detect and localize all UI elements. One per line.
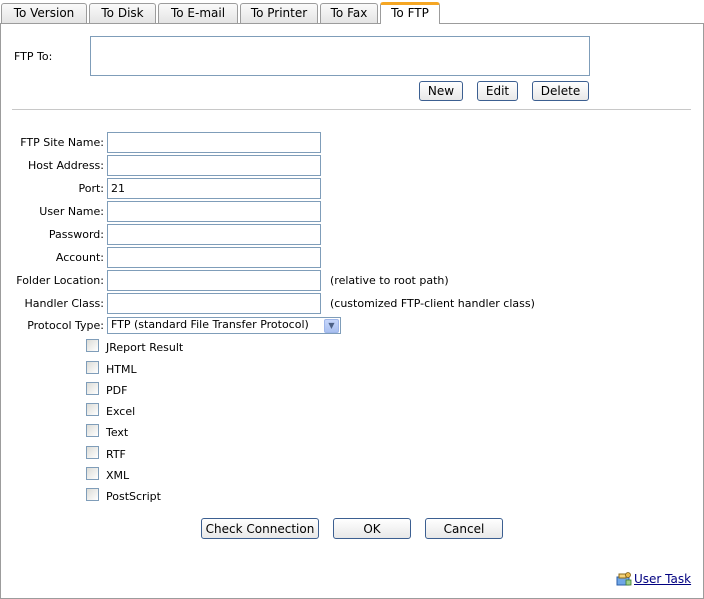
tab-to-email[interactable]: To E-mail [158, 3, 238, 23]
checkbox-html[interactable] [86, 361, 99, 374]
host-address-input[interactable] [107, 155, 321, 176]
account-input[interactable] [107, 247, 321, 268]
handler-class-input[interactable] [107, 293, 321, 314]
cancel-button[interactable]: Cancel [425, 518, 503, 539]
checkbox-label-html: HTML [106, 363, 137, 376]
new-button[interactable]: New [419, 81, 463, 101]
ftp-to-list[interactable] [90, 36, 590, 76]
checkbox-label-pdf: PDF [106, 384, 128, 397]
checkbox-pdf[interactable] [86, 382, 99, 395]
checkbox-label-jreport-result: JReport Result [106, 341, 184, 354]
tab-to-version[interactable]: To Version [1, 3, 87, 23]
section-divider [12, 109, 691, 110]
user-name-label: User Name: [39, 205, 104, 218]
checkbox-label-postscript: PostScript [106, 490, 161, 503]
edit-button[interactable]: Edit [477, 81, 518, 101]
user-name-input[interactable] [107, 201, 321, 222]
tab-to-fax[interactable]: To Fax [320, 3, 378, 23]
port-input[interactable] [107, 178, 321, 199]
folder-location-input[interactable] [107, 270, 321, 291]
handler-class-label: Handler Class: [24, 297, 104, 310]
checkbox-label-xml: XML [106, 469, 130, 482]
protocol-type-label: Protocol Type: [27, 319, 104, 332]
checkbox-label-excel: Excel [106, 405, 136, 418]
account-label: Account: [55, 251, 104, 264]
folder-location-hint: (relative to root path) [330, 274, 449, 287]
protocol-type-select[interactable]: FTP (standard File Transfer Protocol) ▼ [107, 317, 341, 334]
checkbox-text[interactable] [86, 424, 99, 437]
handler-class-hint: (customized FTP-client handler class) [330, 297, 535, 310]
user-task-icon[interactable] [616, 571, 632, 587]
check-connection-button[interactable]: Check Connection [201, 518, 319, 539]
password-input[interactable] [107, 224, 321, 245]
checkbox-label-rtf: RTF [106, 448, 126, 461]
port-label: Port: [78, 182, 104, 195]
checkbox-xml[interactable] [86, 467, 99, 480]
site-name-label: FTP Site Name: [20, 136, 104, 149]
host-address-label: Host Address: [27, 159, 104, 172]
checkbox-jreport-result[interactable] [86, 339, 99, 352]
checkbox-rtf[interactable] [86, 446, 99, 459]
ftp-to-label: FTP To: [14, 50, 53, 63]
tab-to-ftp[interactable]: To FTP [380, 2, 440, 24]
user-task-link-area: User Task [616, 571, 691, 587]
password-label: Password: [48, 228, 104, 241]
delete-button[interactable]: Delete [532, 81, 589, 101]
site-name-input[interactable] [107, 132, 321, 153]
checkbox-postscript[interactable] [86, 488, 99, 501]
tab-to-disk[interactable]: To Disk [89, 3, 156, 23]
tab-to-printer[interactable]: To Printer [240, 3, 318, 23]
ok-button[interactable]: OK [333, 518, 411, 539]
protocol-type-value: FTP (standard File Transfer Protocol) [111, 318, 309, 331]
folder-location-label: Folder Location: [16, 274, 104, 287]
chevron-down-icon[interactable]: ▼ [324, 319, 339, 333]
checkbox-label-text: Text [106, 426, 129, 439]
checkbox-excel[interactable] [86, 403, 99, 416]
user-task-link[interactable]: User Task [634, 572, 691, 586]
tab-bar: To Version To Disk To E-mail To Printer … [0, 0, 704, 24]
